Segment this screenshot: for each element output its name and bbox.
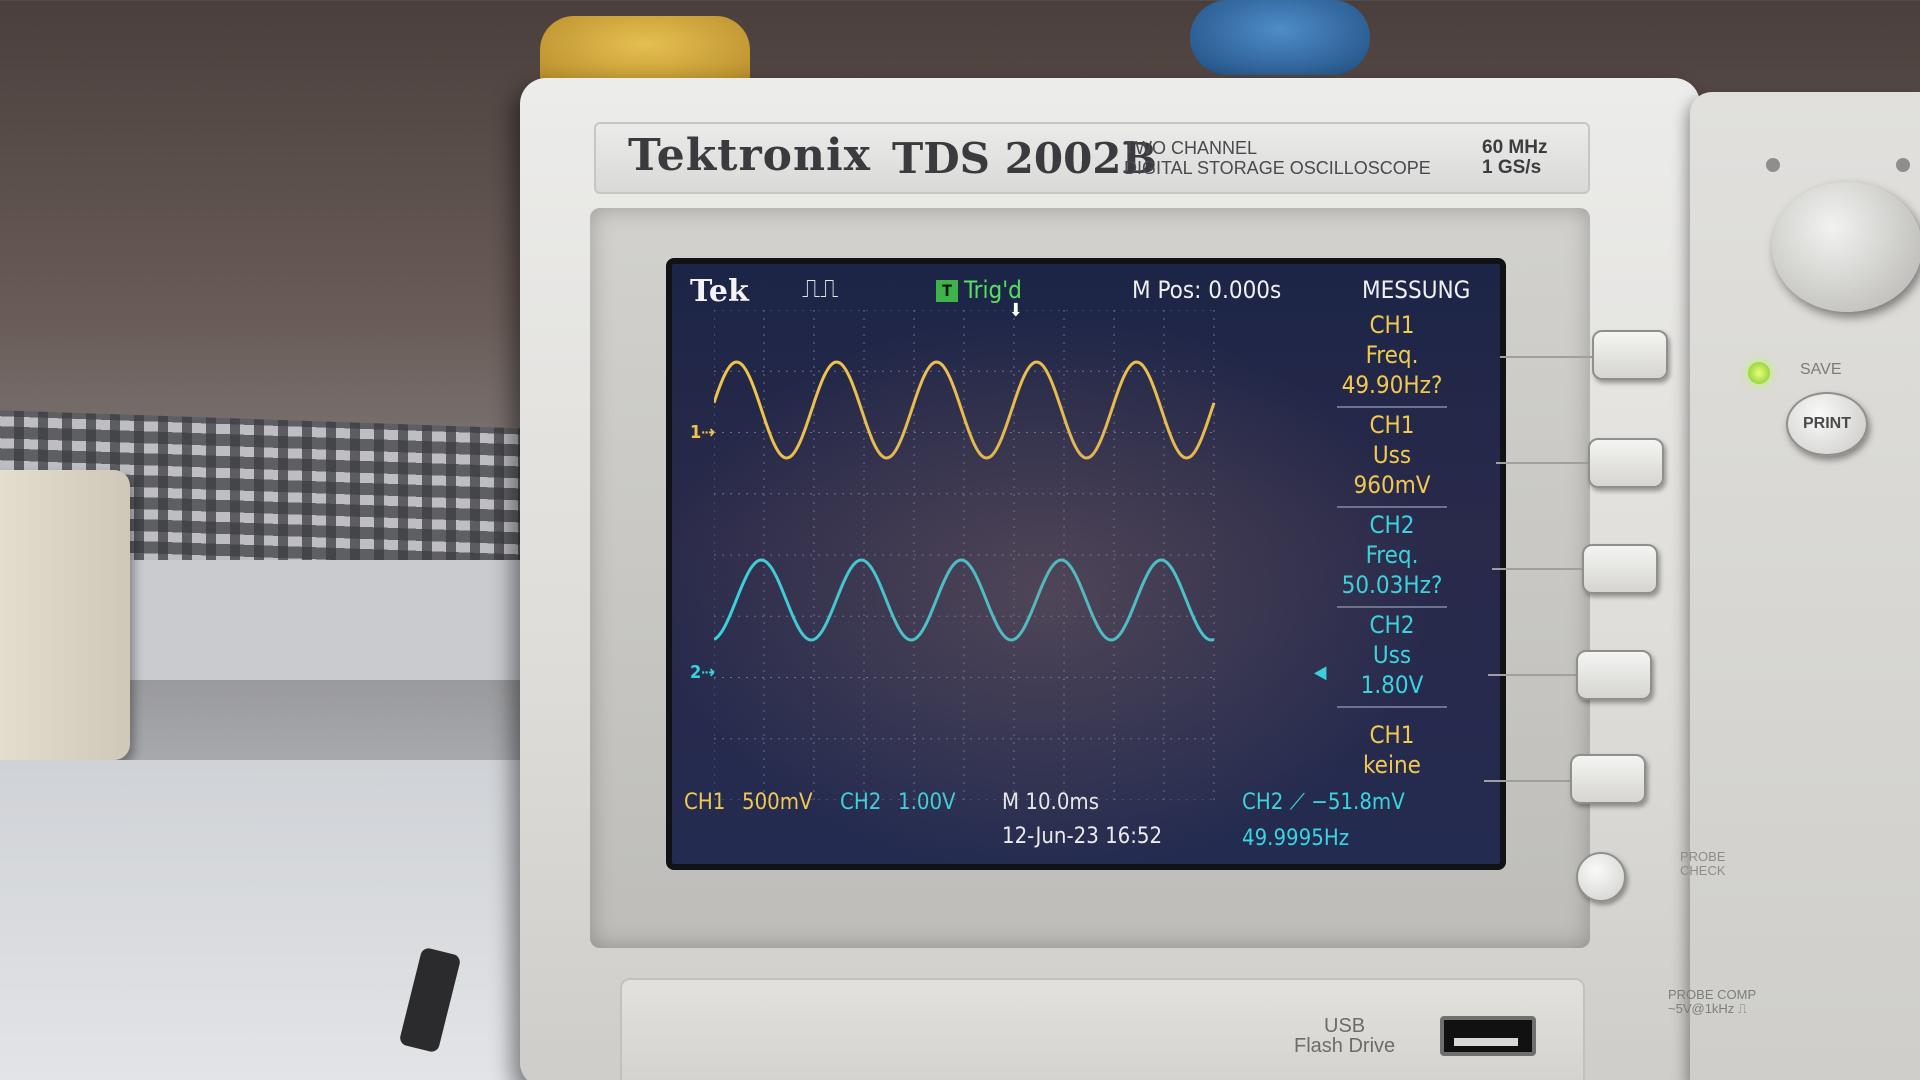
- multipurpose-knob[interactable]: [1772, 182, 1920, 312]
- measurement-1: CH1 Freq. 49.90Hz?: [1337, 310, 1447, 400]
- description-line-2: DIGITAL STORAGE OSCILLOSCOPE: [1124, 158, 1431, 178]
- trigger-indicator-icon: T: [936, 280, 958, 302]
- measurement-value: 1.80V: [1360, 671, 1424, 699]
- background-yellow-cap: [540, 16, 750, 86]
- ch1-label: CH1: [684, 790, 726, 815]
- horizontal-position: M Pos: 0.000s: [1132, 276, 1282, 304]
- date-time: 12-Jun-23 16:52: [1002, 824, 1163, 849]
- menu-divider: [1337, 706, 1447, 708]
- measure-menu-title: MESSUNG: [1362, 276, 1471, 304]
- bandwidth-label: 60 MHz: [1482, 137, 1548, 158]
- ch2-label: CH2: [840, 790, 882, 815]
- measurement-source: CH1: [1369, 411, 1415, 439]
- background-device: [0, 470, 130, 760]
- measurement-value: 960mV: [1353, 471, 1431, 499]
- measurement-type: Freq.: [1365, 541, 1419, 569]
- option-button-2[interactable]: [1588, 438, 1664, 488]
- ch1-volts-per-div: 500mV: [742, 790, 813, 815]
- save-led-icon: [1748, 362, 1770, 384]
- probe-comp-label: PROBE COMP ~5V@1kHz ⎍: [1668, 987, 1757, 1016]
- oscilloscope-screen: Tek ⎍⎍ T Trig'd M Pos: 0.000s MESSUNG ⬇ …: [666, 258, 1506, 870]
- menu-divider: [1337, 406, 1447, 408]
- menu-divider: [1337, 506, 1447, 508]
- brand-logo: Tektronix: [628, 130, 871, 181]
- probe-check-label: PROBE CHECK: [1680, 849, 1726, 878]
- ch2-volts-per-div: 1.00V: [898, 790, 956, 815]
- menu-divider: [1337, 606, 1447, 608]
- measurement-source: CH2: [1369, 511, 1415, 539]
- model-name: TDS 2002B: [892, 134, 1158, 183]
- bezel-connector: [1492, 568, 1582, 570]
- usb-label-line-1: USB: [1324, 1015, 1366, 1037]
- graticule-grid: [714, 310, 1215, 800]
- bezel-connector: [1500, 356, 1592, 358]
- measurement-value: 50.03Hz?: [1341, 571, 1443, 599]
- print-button[interactable]: PRINT: [1786, 392, 1868, 456]
- background-blue-cap: [1190, 0, 1370, 75]
- measurement-menu: CH1 Freq. 49.90Hz? CH1 Uss 960mV CH2 Fre…: [1337, 310, 1447, 790]
- measurement-2: CH1 Uss 960mV: [1337, 410, 1447, 500]
- measurement-type: Uss: [1372, 441, 1412, 469]
- timebase-readout: M 10.0ms: [1002, 790, 1100, 815]
- tek-logo: Tek: [690, 274, 749, 309]
- measurement-type: Uss: [1372, 641, 1412, 669]
- measurement-type: Freq.: [1365, 341, 1419, 369]
- measurement-source: CH1: [1369, 721, 1415, 749]
- bezel-connector: [1496, 462, 1588, 464]
- model-description: TWO CHANNEL DIGITAL STORAGE OSCILLOSCOPE: [1124, 138, 1464, 178]
- acquire-mode-icon: ⎍⎍: [802, 274, 839, 304]
- option-button-1[interactable]: [1592, 330, 1668, 380]
- description-line-1: TWO CHANNEL: [1124, 138, 1258, 158]
- ch1-ground-marker: 1⇢: [690, 422, 715, 443]
- save-label: SAVE: [1800, 361, 1842, 378]
- option-button-4[interactable]: [1576, 650, 1652, 700]
- option-button-5[interactable]: [1570, 754, 1646, 804]
- usb-label-line-2: Flash Drive: [1294, 1035, 1396, 1057]
- usb-label: USB Flash Drive: [1294, 1016, 1395, 1056]
- measurement-value: 49.90Hz?: [1341, 371, 1443, 399]
- probe-check-button[interactable]: [1576, 852, 1626, 902]
- measurement-4: CH2 Uss 1.80V: [1337, 610, 1447, 700]
- indicator-dot: [1766, 158, 1780, 172]
- measurement-source: CH1: [1369, 311, 1415, 339]
- ch2-waveform: [714, 558, 1215, 642]
- measurement-5: CH1 keine: [1337, 720, 1447, 780]
- indicator-dot: [1896, 158, 1910, 172]
- spec-label: 60 MHz 1 GS/s: [1482, 138, 1547, 178]
- trigger-position-marker: ⬇: [1009, 300, 1023, 321]
- option-button-3[interactable]: [1582, 544, 1658, 594]
- trigger-level-marker: ◀: [1314, 662, 1327, 683]
- measurement-3: CH2 Freq. 50.03Hz?: [1337, 510, 1447, 600]
- ch1-waveform: [714, 360, 1216, 460]
- bezel-connector: [1484, 780, 1570, 782]
- bezel-connector: [1488, 674, 1576, 676]
- graticule: [714, 310, 1216, 800]
- measurement-source: CH2: [1369, 611, 1415, 639]
- measurement-type: keine: [1363, 751, 1421, 779]
- trigger-frequency: 49.9995Hz: [1242, 826, 1350, 851]
- trigger-readout: CH2 ⟋ −51.8mV: [1242, 790, 1405, 815]
- sample-rate-label: 1 GS/s: [1482, 157, 1542, 178]
- ch2-ground-marker: 2⇢: [690, 662, 715, 683]
- usb-port[interactable]: [1440, 1016, 1536, 1056]
